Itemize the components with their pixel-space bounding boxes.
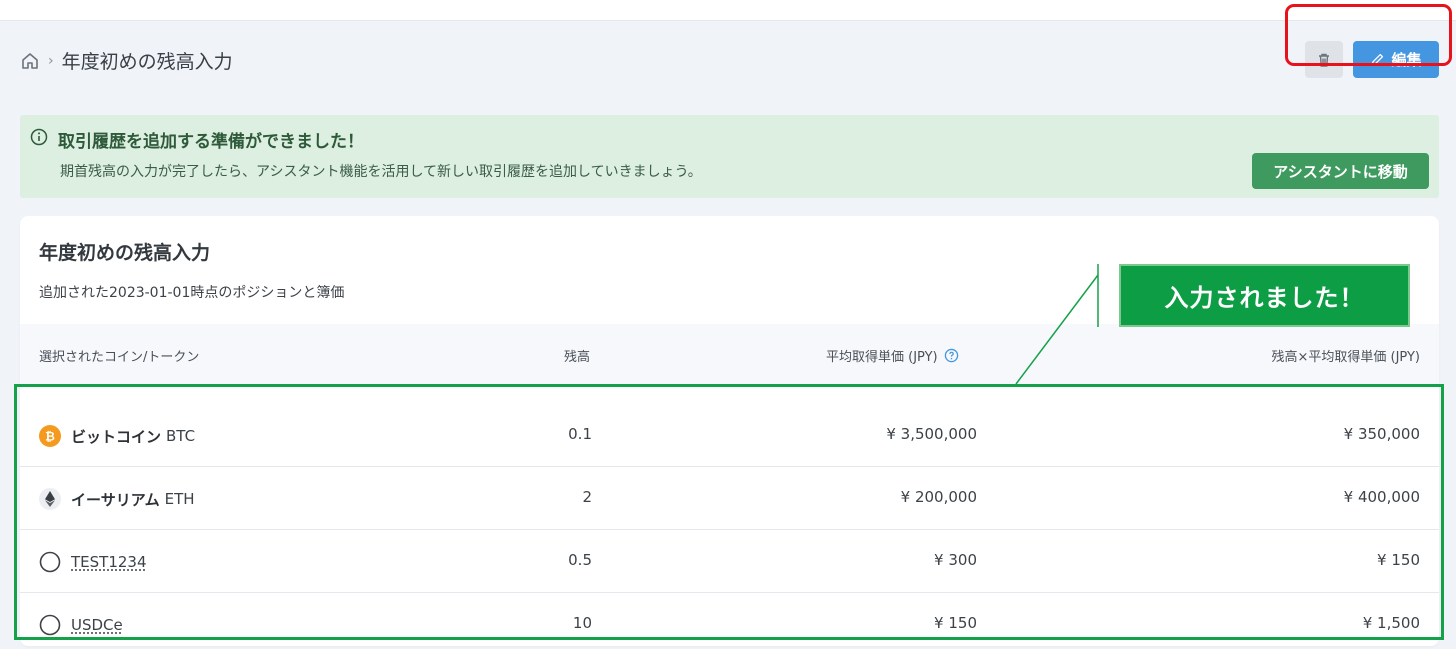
callout-label: 入力されました！ xyxy=(1119,264,1410,327)
success-alert: 取引履歴を追加する準備ができました！ 期首残高の入力が完了したら、アシスタント機… xyxy=(20,115,1439,198)
header-balance: 残高 xyxy=(564,350,591,365)
highlight-box-actions xyxy=(1285,4,1452,66)
header-coin: 選択されたコイン/トークン xyxy=(39,350,200,365)
header-avg-price: 平均取得単価 (JPY) xyxy=(826,346,959,365)
card-title: 年度初めの残高入力 xyxy=(39,242,211,264)
header-total: 残高×平均取得単価 (JPY) xyxy=(1271,350,1421,365)
info-icon xyxy=(30,128,48,146)
alert-title: 取引履歴を追加する準備ができました！ xyxy=(58,132,364,152)
breadcrumb: › 年度初めの残高入力 xyxy=(20,47,233,74)
home-icon[interactable] xyxy=(20,51,40,71)
breadcrumb-separator: › xyxy=(48,52,54,69)
header-avg-price-label: 平均取得単価 (JPY) xyxy=(826,350,938,365)
alert-body: 期首残高の入力が完了したら、アシスタント機能を活用して新しい取引履歴を追加してい… xyxy=(60,164,702,180)
page-title: 年度初めの残高入力 xyxy=(61,51,233,73)
highlight-box-table xyxy=(14,384,1444,640)
table-header: 選択されたコイン/トークン 残高 平均取得単価 (JPY) 残高×平均取得単価 … xyxy=(20,324,1439,384)
card-subtitle: 追加された2023-01-01時点のポジションと簿価 xyxy=(39,285,345,301)
go-to-assistant-button[interactable]: アシスタントに移動 xyxy=(1252,153,1429,189)
help-icon[interactable] xyxy=(944,348,959,363)
